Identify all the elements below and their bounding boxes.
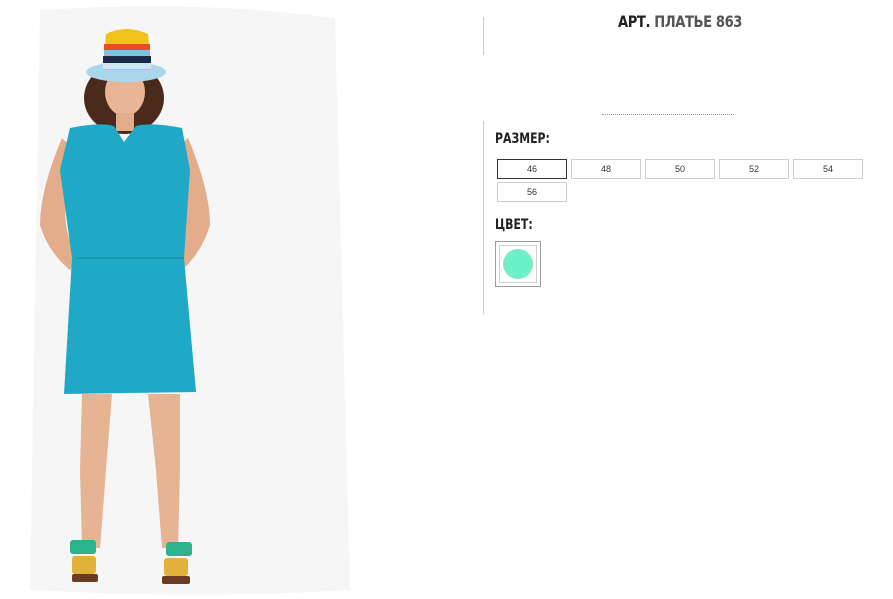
product-photo (0, 0, 480, 599)
dotted-divider (602, 114, 734, 115)
size-option-56[interactable]: 56 (497, 182, 567, 202)
size-option-54[interactable]: 54 (793, 159, 863, 179)
title-name: ПЛАТЬЕ 863 (654, 12, 743, 31)
divider-top (483, 17, 484, 55)
color-swatch-inner (499, 245, 537, 283)
product-title: АРТ. ПЛАТЬЕ 863 (582, 12, 779, 31)
product-photo-illustration (30, 6, 350, 595)
color-swatch[interactable] (495, 241, 541, 287)
size-label: РАЗМЕР: (495, 131, 550, 147)
size-option-52[interactable]: 52 (719, 159, 789, 179)
size-option-48[interactable]: 48 (571, 159, 641, 179)
size-options: 46 48 50 52 54 56 (497, 159, 867, 202)
divider-main (483, 121, 484, 314)
color-label: ЦВЕТ: (495, 217, 533, 233)
color-swatch-dot (503, 249, 533, 279)
size-option-50[interactable]: 50 (645, 159, 715, 179)
title-prefix: АРТ. (617, 12, 651, 31)
size-option-46[interactable]: 46 (497, 159, 567, 179)
